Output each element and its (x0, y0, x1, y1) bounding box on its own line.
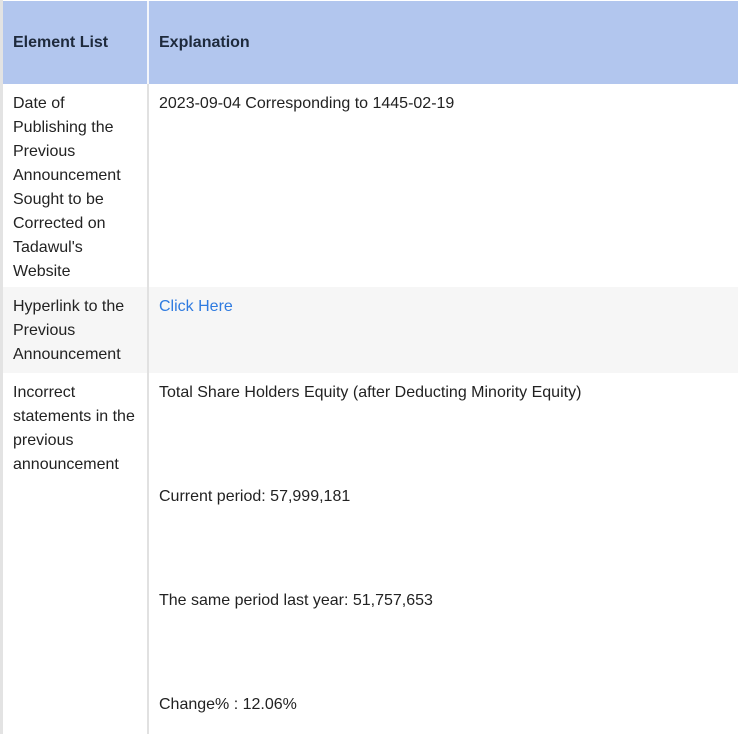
row-element-label: Incorrect statements in the previous ann… (3, 373, 149, 734)
equity-heading: Total Share Holders Equity (after Deduct… (159, 384, 582, 401)
row-explanation-value: 2023-09-04 Corresponding to 1445-02-19 (148, 84, 738, 287)
row-explanation-value: Total Share Holders Equity (after Deduct… (148, 373, 738, 734)
change-percent-value: Change% : 12.06% (159, 696, 297, 713)
last-year-value: The same period last year: 51,757,653 (159, 592, 433, 609)
row-element-label: Hyperlink to the Previous Announcement (3, 287, 149, 373)
header-element-list: Element List (3, 1, 149, 84)
current-period-value: Current period: 57,999,181 (159, 488, 351, 505)
previous-announcement-link[interactable]: Click Here (159, 298, 233, 315)
row-element-label: Date of Publishing the Previous Announce… (3, 84, 149, 287)
header-explanation: Explanation (148, 1, 738, 84)
correction-table: Element List Explanation Date of Publish… (3, 1, 738, 734)
table-row: Incorrect statements in the previous ann… (3, 373, 738, 734)
table-header-row: Element List Explanation (3, 1, 738, 84)
table-row: Hyperlink to the Previous Announcement C… (3, 287, 738, 373)
row-explanation-value: Click Here (148, 287, 738, 373)
table-row: Date of Publishing the Previous Announce… (3, 84, 738, 287)
announcement-page: Element List Explanation Date of Publish… (0, 0, 738, 734)
